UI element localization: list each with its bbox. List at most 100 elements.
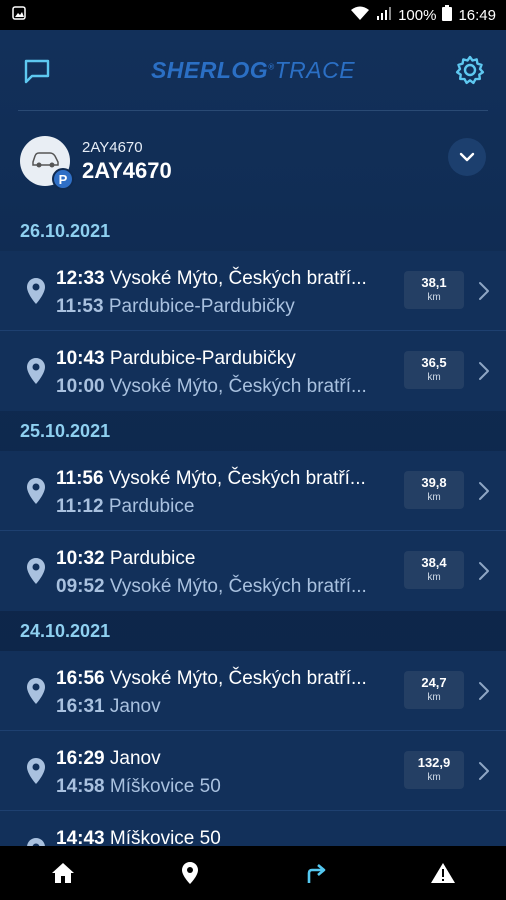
trip-lines: 16:29 Janov 14:58 Míškovice 50 — [56, 745, 396, 801]
distance-unit: km — [427, 492, 441, 503]
distance-value: 38,1 — [421, 275, 447, 290]
vehicle-selector[interactable]: P 2AY4670 2AY4670 — [0, 111, 506, 211]
date-header: 25.10.2021 — [20, 420, 111, 441]
departure-time: 11:53 — [56, 296, 104, 317]
arrival-line: 11:56 Vysoké Mýto, Českých bratří... — [56, 465, 396, 493]
departure-time: 09:52 — [56, 576, 105, 597]
location-pin-icon — [26, 837, 46, 846]
bottom-navigation — [0, 846, 506, 900]
distance-unit: km — [427, 692, 441, 703]
trip-row[interactable]: 10:43 Pardubice-Pardubičky 10:00 Vysoké … — [0, 331, 506, 411]
arrival-place: Vysoké Mýto, Českých bratří... — [108, 468, 366, 489]
distance-badge: 36,5 km — [404, 351, 464, 389]
distance-value: 38,4 — [421, 555, 447, 570]
arrival-place: Janov — [109, 748, 161, 769]
wifi-icon — [350, 5, 370, 25]
distance-value: 36,5 — [421, 355, 447, 370]
arrival-line: 10:32 Pardubice — [56, 545, 396, 573]
distance-value: 132,9 — [417, 755, 451, 770]
departure-place: Pardubice — [108, 496, 195, 517]
trip-row[interactable]: 16:56 Vysoké Mýto, Českých bratří... 16:… — [0, 651, 506, 731]
gear-icon[interactable] — [454, 54, 486, 86]
location-pin-icon — [26, 357, 46, 385]
location-pin-icon[interactable] — [173, 856, 207, 890]
chevron-right-icon[interactable] — [478, 561, 490, 581]
location-pin-icon — [26, 677, 46, 705]
location-pin-icon — [26, 477, 46, 505]
departure-time: 16:31 — [56, 696, 105, 717]
chevron-right-icon[interactable] — [478, 681, 490, 701]
distance-unit: km — [427, 292, 441, 303]
departure-time: 11:12 — [56, 496, 104, 517]
app-logo: SHERLOG®TRACE — [150, 56, 356, 83]
car-icon — [30, 150, 60, 173]
trip-lines: 10:43 Pardubice-Pardubičky 10:00 Vysoké … — [56, 345, 396, 401]
distance-badge: 24,7 km — [404, 671, 464, 709]
arrival-time: 10:32 — [56, 548, 105, 569]
arrival-place: Vysoké Mýto, Českých bratří... — [109, 668, 367, 689]
vehicle-avatar: P — [20, 136, 74, 190]
logo-main-text: SHERLOG — [150, 56, 269, 83]
chat-icon[interactable] — [22, 56, 52, 86]
arrival-time: 12:33 — [56, 268, 105, 289]
departure-place: Pardubice-Pardubičky — [108, 296, 295, 317]
trip-row[interactable]: 12:33 Vysoké Mýto, Českých bratří... 11:… — [0, 251, 506, 331]
departure-line: 09:52 Vysoké Mýto, Českých bratří... — [56, 573, 396, 601]
departure-line: 11:12 Pardubice — [56, 493, 396, 521]
trip-lines: 11:56 Vysoké Mýto, Českých bratří... 11:… — [56, 465, 396, 521]
chevron-right-icon[interactable] — [478, 361, 490, 381]
arrival-place: Pardubice-Pardubičky — [109, 348, 296, 369]
distance-unit: km — [427, 572, 441, 583]
date-header: 24.10.2021 — [20, 620, 111, 641]
arrival-time: 16:29 — [56, 748, 105, 769]
departure-place: Vysoké Mýto, Českých bratří... — [109, 576, 367, 597]
app-screen: SHERLOG®TRACE P 2AY4670 2AY4670 26.10.20… — [0, 30, 506, 846]
chevron-right-icon[interactable] — [478, 481, 490, 501]
arrival-line: 16:56 Vysoké Mýto, Českých bratří... — [56, 665, 396, 693]
departure-line: 10:00 Vysoké Mýto, Českých bratří... — [56, 373, 396, 401]
trip-lines: 14:43 Míškovice 50 — [56, 825, 396, 846]
arrival-time: 10:43 — [56, 348, 105, 369]
arrival-line: 14:43 Míškovice 50 — [56, 825, 396, 846]
arrival-line: 12:33 Vysoké Mýto, Českých bratří... — [56, 265, 396, 293]
arrival-time: 16:56 — [56, 668, 105, 689]
trip-row[interactable]: 10:32 Pardubice 09:52 Vysoké Mýto, Český… — [0, 531, 506, 611]
chevron-down-icon[interactable] — [448, 138, 486, 176]
trip-row[interactable]: 11:56 Vysoké Mýto, Českých bratří... 11:… — [0, 451, 506, 531]
departure-time: 10:00 — [56, 376, 105, 397]
top-bar: SHERLOG®TRACE — [0, 30, 506, 110]
departure-place: Míškovice 50 — [109, 776, 221, 797]
battery-level: 100% — [398, 6, 437, 24]
arrival-place: Vysoké Mýto, Českých bratří... — [109, 268, 367, 289]
trips-arrow-icon[interactable] — [299, 856, 333, 890]
arrival-time: 14:43 — [56, 828, 105, 846]
clock: 16:49 — [458, 6, 496, 24]
image-icon — [12, 6, 26, 24]
signal-icon — [376, 5, 392, 25]
chevron-right-icon[interactable] — [478, 761, 490, 781]
trip-list: 26.10.2021 12:33 Vysoké Mýto, Českých br… — [0, 211, 506, 846]
trip-lines: 16:56 Vysoké Mýto, Českých bratří... 16:… — [56, 665, 396, 721]
battery-icon — [442, 5, 453, 25]
trip-lines: 12:33 Vysoké Mýto, Českých bratří... 11:… — [56, 265, 396, 321]
vehicle-names: 2AY4670 2AY4670 — [82, 139, 172, 184]
location-pin-icon — [26, 557, 46, 585]
parking-badge: P — [52, 168, 74, 190]
location-pin-icon — [26, 757, 46, 785]
arrival-line: 10:43 Pardubice-Pardubičky — [56, 345, 396, 373]
chevron-right-icon[interactable] — [478, 281, 490, 301]
arrival-line: 16:29 Janov — [56, 745, 396, 773]
departure-time: 14:58 — [56, 776, 105, 797]
distance-unit: km — [427, 372, 441, 383]
distance-badge: 38,4 km — [404, 551, 464, 589]
arrival-place: Míškovice 50 — [109, 828, 221, 846]
departure-line: 11:53 Pardubice-Pardubičky — [56, 293, 396, 321]
trip-row[interactable]: 14:43 Míškovice 50 — [0, 811, 506, 846]
distance-value: 39,8 — [421, 475, 447, 490]
distance-badge: 38,1 km — [404, 271, 464, 309]
warning-icon[interactable] — [426, 856, 460, 890]
distance-badge: 132,9 km — [404, 751, 464, 789]
logo-sub-text: TRACE — [274, 56, 356, 83]
home-icon[interactable] — [46, 856, 80, 890]
trip-row[interactable]: 16:29 Janov 14:58 Míškovice 50 132,9 km — [0, 731, 506, 811]
